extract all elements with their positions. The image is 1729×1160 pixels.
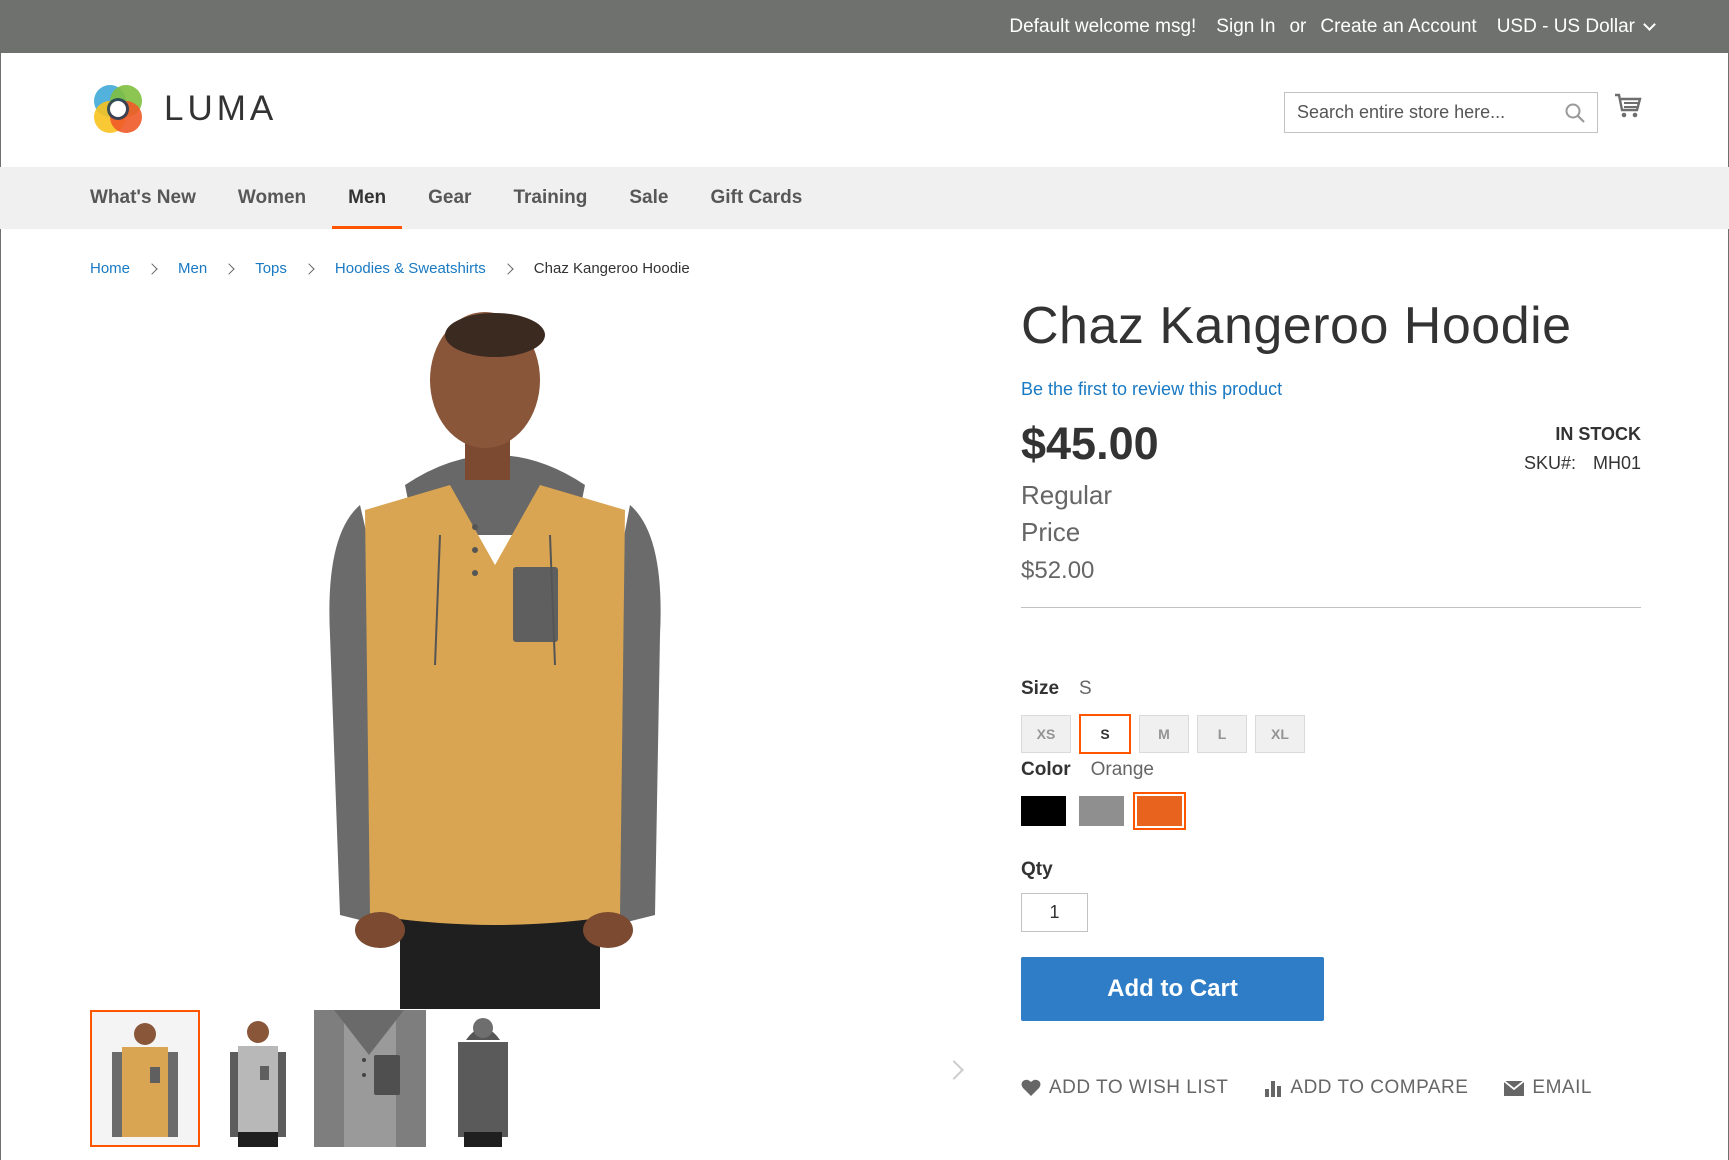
hoodie-model-image [329, 312, 661, 1009]
breadcrumb-home[interactable]: Home [90, 260, 130, 277]
chevron-right-icon [223, 262, 235, 275]
envelope-icon [1504, 1080, 1525, 1096]
cart-icon[interactable] [1614, 93, 1642, 119]
regular-price-label-line2: Price [1021, 517, 1081, 547]
chevron-right-icon [303, 262, 315, 275]
size-attribute: Size S [1021, 678, 1092, 700]
qty-input[interactable] [1021, 893, 1088, 932]
wishlist-label: ADD TO WISH LIST [1049, 1077, 1229, 1098]
add-to-wishlist-link[interactable]: ADD TO WISH LIST [1021, 1077, 1228, 1099]
final-price: $45.00 [1021, 418, 1159, 469]
breadcrumb-men[interactable]: Men [178, 260, 207, 277]
top-bar: Default welcome msg! Sign In or Create a… [0, 0, 1729, 53]
size-option-xl[interactable]: XL [1255, 715, 1305, 753]
breadcrumb-current: Chaz Kangeroo Hoodie [533, 260, 690, 277]
product-social-links: ADD TO WISH LIST ADD TO COMPARE EMAIL [1021, 1077, 1628, 1099]
heart-icon [1021, 1079, 1041, 1096]
old-price: $52.00 [1021, 557, 1095, 584]
size-option-m[interactable]: M [1139, 715, 1189, 753]
currency-label: USD - US Dollar [1496, 15, 1635, 37]
size-option-xs[interactable]: XS [1021, 715, 1071, 753]
product-title: Chaz Kangeroo Hoodie [1021, 297, 1572, 355]
qty-label: Qty [1021, 859, 1053, 880]
chevron-right-icon [146, 262, 158, 275]
color-swatch-orange[interactable] [1133, 792, 1186, 830]
or-text: or [1289, 15, 1307, 37]
luma-logo[interactable]: LUMA [90, 81, 277, 137]
breadcrumb-hoodies[interactable]: Hoodies & Sweatshirts [335, 260, 486, 277]
main-navigation: What's New Women Men Gear Training Sale … [0, 167, 1729, 229]
sign-in-link[interactable]: Sign In [1216, 16, 1275, 38]
color-label: Color [1021, 759, 1071, 780]
product-main-image[interactable] [230, 305, 760, 1009]
logo-icon [94, 85, 142, 133]
sku: SKU#: MH01 [1524, 453, 1641, 474]
size-option-l[interactable]: L [1197, 715, 1247, 753]
size-label: Size [1021, 678, 1060, 699]
regular-price-label: Regular Price [1021, 477, 1141, 551]
color-swatch-black[interactable] [1021, 796, 1066, 826]
add-to-cart-button[interactable]: Add to Cart [1021, 957, 1324, 1021]
stock-status: IN STOCK [1555, 424, 1641, 444]
thumbnail-4[interactable] [428, 1010, 538, 1147]
thumbnail-1[interactable] [90, 1010, 200, 1147]
search-box[interactable] [1284, 92, 1598, 133]
sku-label: SKU#: [1523, 453, 1576, 473]
nav-item-sale[interactable]: Sale [629, 167, 668, 229]
nav-item-training[interactable]: Training [513, 167, 587, 229]
search-icon[interactable] [1565, 103, 1585, 123]
breadcrumb-tops[interactable]: Tops [255, 260, 287, 277]
currency-switcher[interactable]: USD - US Dollar [1496, 15, 1656, 38]
compare-label: ADD TO COMPARE [1290, 1077, 1469, 1098]
color-selected-value: Orange [1090, 759, 1154, 780]
chevron-right-icon [502, 262, 514, 275]
search-input[interactable] [1285, 93, 1555, 132]
compare-icon [1265, 1081, 1282, 1097]
review-link[interactable]: Be the first to review this product [1021, 379, 1282, 400]
logo-text: LUMA [164, 89, 278, 128]
size-options: XS S M L XL [1021, 714, 1305, 754]
breadcrumb: Home Men Tops Hoodies & Sweatshirts Chaz… [90, 260, 690, 277]
color-swatch-gray[interactable] [1079, 796, 1124, 826]
chevron-down-icon [1643, 18, 1656, 31]
thumbnail-2[interactable] [202, 1010, 312, 1147]
nav-item-gift-cards[interactable]: Gift Cards [710, 167, 802, 229]
thumbnail-3[interactable] [314, 1010, 426, 1147]
sku-value: MH01 [1592, 453, 1641, 473]
nav-item-men[interactable]: Men [332, 167, 403, 229]
email-label: EMAIL [1532, 1077, 1592, 1098]
color-options [1021, 792, 1186, 830]
nav-item-gear[interactable]: Gear [428, 167, 471, 229]
divider [1021, 607, 1641, 608]
nav-item-women[interactable]: Women [238, 167, 306, 229]
regular-price-label-line1: Regular [1021, 480, 1113, 510]
header: LUMA [0, 53, 1729, 167]
nav-item-whats-new[interactable]: What's New [90, 167, 196, 229]
gallery-thumbnails [90, 1010, 540, 1147]
size-selected-value: S [1079, 678, 1092, 699]
size-option-s[interactable]: S [1079, 714, 1131, 754]
welcome-message: Default welcome msg! [1009, 15, 1197, 37]
add-to-compare-link[interactable]: ADD TO COMPARE [1264, 1077, 1468, 1099]
email-link[interactable]: EMAIL [1504, 1077, 1592, 1099]
color-attribute: Color Orange [1021, 759, 1154, 781]
create-account-link[interactable]: Create an Account [1320, 16, 1476, 38]
